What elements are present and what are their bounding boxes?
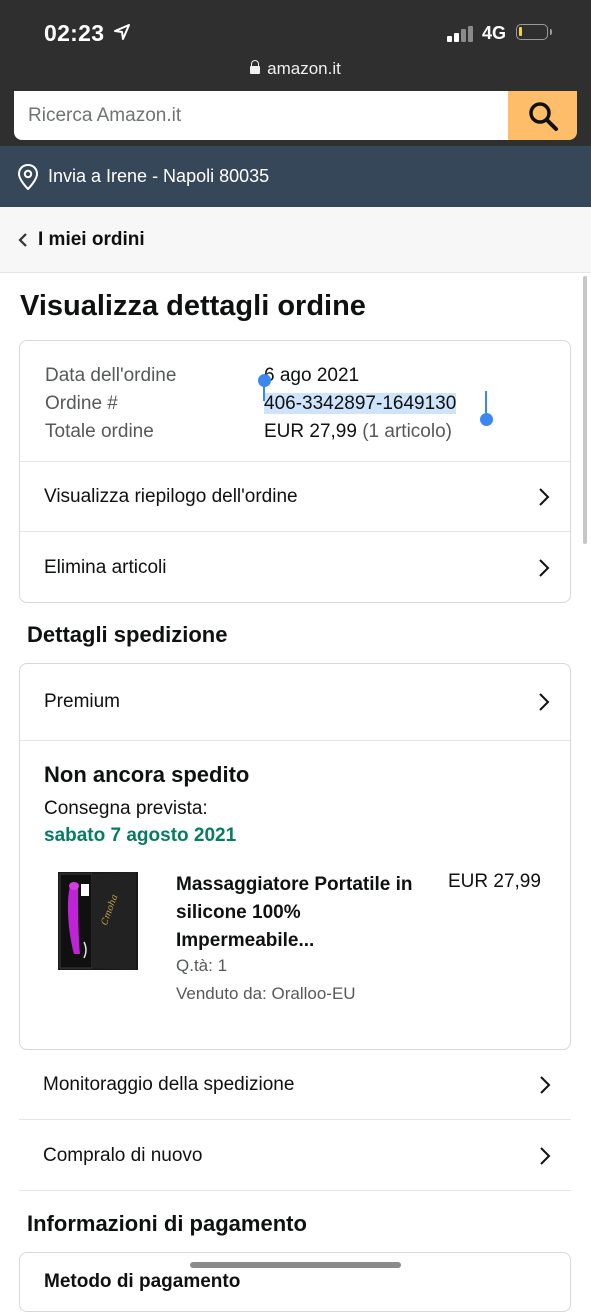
summary-values: 6 ago 2021 406-3342897-1649130 EUR 27,99… bbox=[264, 362, 457, 446]
back-label: I miei ordini bbox=[38, 228, 145, 250]
search-bar: Ricerca Amazon.it bbox=[0, 91, 591, 146]
shipment-card: Premium Non ancora spedito Consegna prev… bbox=[19, 663, 571, 1050]
lock-icon bbox=[250, 60, 261, 74]
view-order-summary-label: Visualizza riepilogo dell'ordine bbox=[44, 485, 298, 507]
track-shipment-row[interactable]: Monitoraggio della spedizione bbox=[19, 1050, 571, 1120]
shipping-section-title: Dettagli spedizione bbox=[27, 622, 228, 647]
order-date-value: 6 ago 2021 bbox=[264, 365, 360, 386]
search-button[interactable] bbox=[508, 91, 577, 140]
product-seller: Venduto da: Oralloo-EU bbox=[176, 984, 356, 1003]
network-type: 4G bbox=[482, 23, 507, 43]
chevron-right-icon bbox=[538, 487, 550, 507]
home-indicator[interactable] bbox=[190, 1262, 401, 1268]
chevron-right-icon bbox=[539, 1075, 551, 1095]
delete-items-row[interactable]: Elimina articoli bbox=[20, 531, 570, 602]
search-placeholder: Ricerca Amazon.it bbox=[28, 104, 182, 126]
order-number-value[interactable]: 406-3342897-1649130 bbox=[264, 393, 457, 414]
view-order-summary-row[interactable]: Visualizza riepilogo dell'ordine bbox=[20, 461, 570, 531]
delivery-estimate-label: Consegna prevista: bbox=[44, 798, 208, 819]
scrollbar[interactable] bbox=[583, 276, 587, 544]
battery-icon bbox=[516, 24, 552, 40]
deliver-to-bar[interactable]: Invia a Irene - Napoli 80035 bbox=[0, 146, 591, 207]
location-arrow-icon bbox=[114, 24, 130, 40]
chevron-left-icon bbox=[18, 232, 28, 247]
summary-labels: Data dell'ordine Ordine # Totale ordine bbox=[45, 362, 176, 446]
track-shipment-label: Monitoraggio della spedizione bbox=[43, 1073, 295, 1095]
product-image[interactable]: Cmoha bbox=[56, 872, 140, 972]
order-item-count: (1 articolo) bbox=[362, 421, 452, 442]
delivery-date: sabato 7 agosto 2021 bbox=[44, 825, 237, 846]
payment-card: Metodo di pagamento bbox=[19, 1252, 571, 1312]
chevron-right-icon bbox=[538, 558, 550, 578]
chevron-right-icon bbox=[539, 1146, 551, 1166]
buy-again-row[interactable]: Compralo di nuovo bbox=[19, 1121, 571, 1191]
url-text: amazon.it bbox=[267, 59, 341, 78]
order-date-label: Data dell'ordine bbox=[45, 365, 177, 386]
delete-items-label: Elimina articoli bbox=[44, 556, 167, 578]
product-price: EUR 27,99 bbox=[448, 871, 541, 892]
payment-method-label[interactable]: Metodo di pagamento bbox=[44, 1271, 240, 1293]
selection-start-handle[interactable] bbox=[258, 374, 271, 401]
url-bar[interactable]: amazon.it bbox=[0, 59, 591, 79]
search-icon bbox=[528, 101, 558, 131]
clock: 02:23 bbox=[44, 20, 105, 46]
selection-end-handle[interactable] bbox=[480, 391, 493, 426]
order-number-label: Ordine # bbox=[45, 393, 118, 414]
order-summary-card: Data dell'ordine Ordine # Totale ordine … bbox=[19, 340, 571, 603]
order-total-value: EUR 27,99 bbox=[264, 421, 357, 442]
location-pin-icon bbox=[18, 163, 38, 190]
shipment-status: Non ancora spedito bbox=[44, 762, 250, 787]
page-title: Visualizza dettagli ordine bbox=[20, 290, 366, 322]
order-total-label: Totale ordine bbox=[45, 421, 154, 442]
back-to-orders[interactable]: I miei ordini bbox=[0, 207, 591, 273]
status-bar: 02:23 4G amazon.it bbox=[0, 0, 591, 91]
search-input[interactable]: Ricerca Amazon.it bbox=[14, 91, 510, 140]
product-quantity: Q.tà: 1 bbox=[176, 956, 228, 975]
signal-strength-icon bbox=[447, 26, 475, 42]
deliver-to-text: Invia a Irene - Napoli 80035 bbox=[48, 166, 270, 186]
payment-section-title: Informazioni di pagamento bbox=[27, 1211, 307, 1236]
buy-again-label: Compralo di nuovo bbox=[43, 1144, 203, 1166]
product-title[interactable]: Massaggiatore Portatile in silicone 100%… bbox=[176, 871, 426, 955]
shipping-method-row[interactable]: Premium bbox=[20, 664, 570, 741]
chevron-right-icon bbox=[538, 692, 550, 712]
shipping-method-label: Premium bbox=[44, 691, 121, 712]
